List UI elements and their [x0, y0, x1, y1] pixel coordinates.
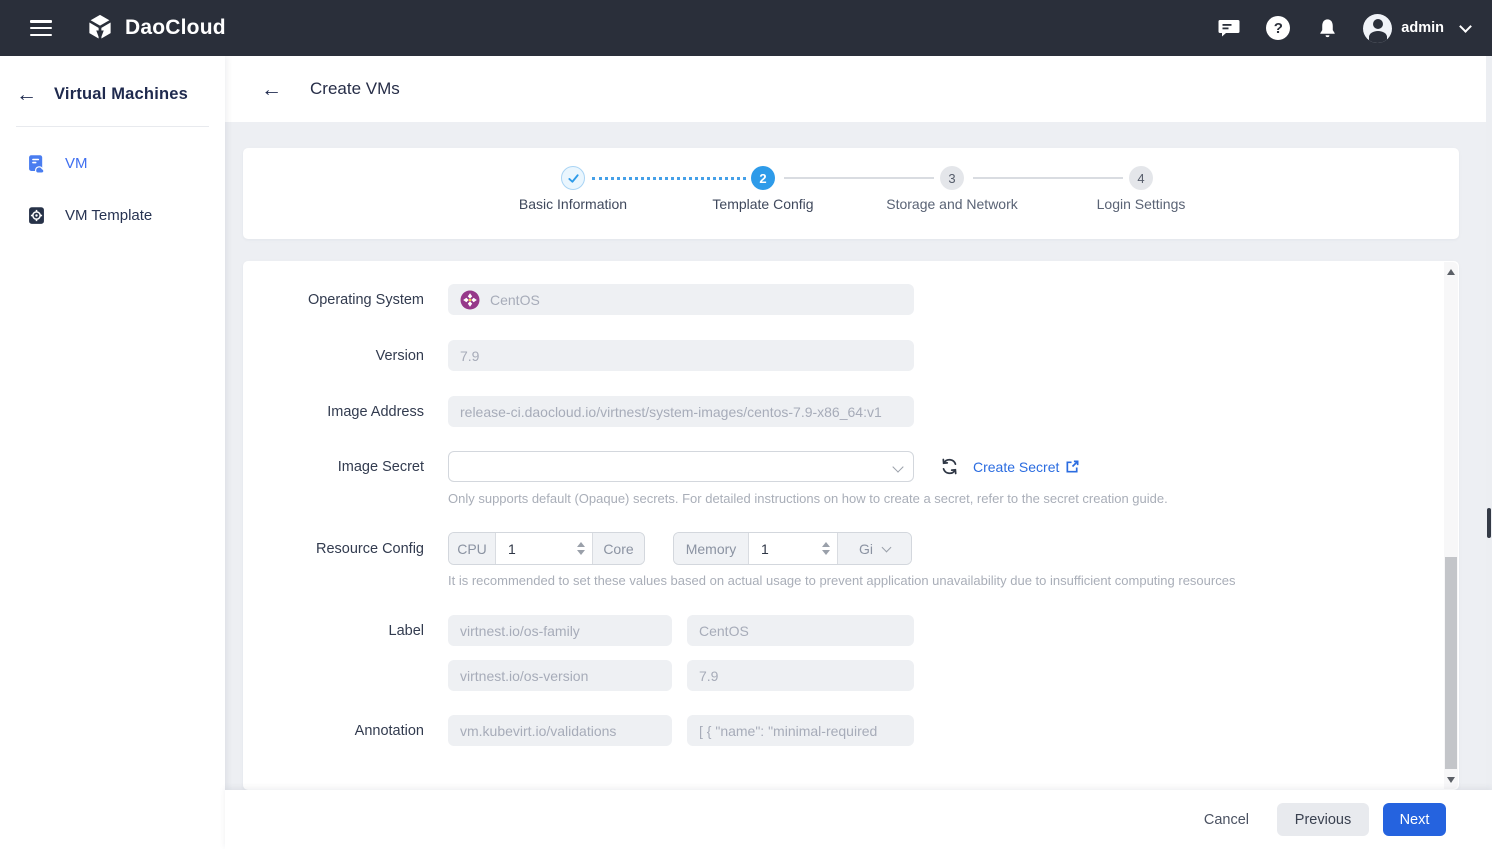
stepper-card: 2 3 4 Basic Information Template Config … — [243, 148, 1459, 239]
resource-config-help-text: It is recommended to set these values ba… — [448, 573, 1235, 588]
image-address-label: Image Address — [243, 404, 424, 420]
image-secret-label: Image Secret — [243, 459, 424, 475]
topbar: DaoCloud ? admin — [0, 0, 1492, 56]
daocloud-cube-icon — [85, 13, 115, 43]
topbar-right: ? admin — [1216, 14, 1470, 43]
user-avatar[interactable] — [1363, 14, 1392, 43]
os-label: Operating System — [243, 292, 424, 308]
stepper-connector-3-4 — [973, 177, 1123, 179]
annotation-key-input: vm.kubevirt.io/validations — [448, 715, 672, 746]
image-secret-help-text: Only supports default (Opaque) secrets. … — [448, 491, 1168, 506]
cpu-suffix: Core — [592, 533, 644, 564]
sidebar-item-vm[interactable]: VM — [0, 137, 225, 189]
user-menu-chevron-down-icon[interactable] — [1459, 20, 1472, 33]
scroll-down-arrow-icon[interactable] — [1444, 772, 1458, 787]
page-back-arrow-icon[interactable]: ← — [261, 79, 282, 100]
label-key-input-2: virtnest.io/os-version — [448, 660, 672, 691]
app-root: DaoCloud ? admin ← Virtual Machines — [0, 0, 1492, 849]
main-content: ← Create VMs 2 3 4 Basic Information Tem… — [225, 56, 1492, 849]
hamburger-menu-icon[interactable] — [30, 20, 52, 36]
sidebar: ← Virtual Machines VM VM Templ — [0, 56, 225, 849]
cpu-group: CPU 1 Core — [448, 532, 645, 565]
select-chevron-down-icon — [892, 461, 903, 472]
vm-template-gear-icon — [26, 205, 47, 226]
step-3-circle[interactable]: 3 — [940, 166, 964, 190]
resource-config-label: Resource Config — [243, 541, 424, 557]
memory-prefix: Memory — [674, 533, 749, 564]
step-2-label: Template Config — [663, 196, 863, 212]
sidebar-item-vm-template-label: VM Template — [65, 207, 152, 224]
annotation-label: Annotation — [243, 723, 424, 739]
sidebar-header: ← Virtual Machines — [0, 56, 225, 105]
create-secret-link[interactable]: Create Secret — [973, 459, 1080, 475]
previous-button[interactable]: Previous — [1277, 803, 1369, 836]
annotation-value-input: [ { "name": "minimal-required — [687, 715, 914, 746]
spin-up-icon — [822, 542, 830, 547]
sidebar-divider — [16, 126, 209, 127]
os-value: CentOS — [490, 292, 540, 308]
page-scrollbar-thumb[interactable] — [1487, 508, 1491, 538]
step-1-circle-check-icon[interactable] — [561, 166, 585, 190]
label-value-input-2: 7.9 — [687, 660, 914, 691]
unit-chevron-down-icon — [882, 542, 892, 552]
label-field-label: Label — [243, 623, 424, 639]
image-secret-select[interactable] — [448, 451, 914, 482]
step-2-circle[interactable]: 2 — [751, 166, 775, 190]
spin-down-icon — [822, 550, 830, 555]
notifications-bell-icon[interactable] — [1314, 15, 1340, 41]
page-header: ← Create VMs — [225, 56, 1492, 122]
page-scrollbar[interactable] — [1486, 56, 1492, 849]
footer-action-bar: Cancel Previous Next — [225, 790, 1492, 849]
refresh-secrets-icon[interactable] — [940, 457, 959, 476]
step-3-label: Storage and Network — [852, 196, 1052, 212]
memory-value-input[interactable]: 1 — [749, 533, 815, 564]
version-label: Version — [243, 348, 424, 364]
image-address-input: release-ci.daocloud.io/virtnest/system-i… — [448, 396, 914, 427]
label-key-input-1: virtnest.io/os-family — [448, 615, 672, 646]
step-4-circle[interactable]: 4 — [1129, 166, 1153, 190]
scroll-up-arrow-icon[interactable] — [1444, 264, 1458, 279]
page-title: Create VMs — [310, 79, 400, 99]
version-input: 7.9 — [448, 340, 914, 371]
step-1-label: Basic Information — [473, 196, 673, 212]
cpu-stepper[interactable] — [570, 533, 592, 564]
spin-up-icon — [577, 542, 585, 547]
os-input: CentOS — [448, 284, 914, 315]
cpu-value-input[interactable]: 1 — [496, 533, 570, 564]
external-link-icon — [1065, 459, 1080, 474]
scrollbar-thumb[interactable] — [1445, 557, 1457, 769]
centos-logo-icon — [460, 290, 480, 310]
cancel-button[interactable]: Cancel — [1194, 803, 1259, 836]
cpu-prefix: CPU — [449, 533, 496, 564]
sidebar-item-vm-label: VM — [65, 155, 88, 172]
brand-name: DaoCloud — [125, 16, 226, 40]
sidebar-item-vm-template[interactable]: VM Template — [0, 189, 225, 241]
step-4-label: Login Settings — [1041, 196, 1241, 212]
sidebar-title: Virtual Machines — [54, 85, 188, 104]
help-icon[interactable]: ? — [1265, 15, 1291, 41]
stepper-connector-2-3 — [784, 177, 934, 179]
spin-down-icon — [577, 550, 585, 555]
memory-stepper[interactable] — [815, 533, 837, 564]
brand-logo: DaoCloud — [85, 13, 226, 43]
user-name: admin — [1401, 20, 1444, 36]
label-value-input-1: CentOS — [687, 615, 914, 646]
vm-document-icon — [26, 153, 47, 174]
message-icon[interactable] — [1216, 15, 1242, 41]
memory-group: Memory 1 Gi — [673, 532, 912, 565]
memory-unit-select[interactable]: Gi — [837, 533, 911, 564]
next-button[interactable]: Next — [1383, 803, 1446, 836]
stepper-connector-1-2 — [592, 177, 746, 180]
form-card: Operating System CentOS — [243, 261, 1459, 790]
sidebar-back-arrow-icon[interactable]: ← — [16, 84, 37, 105]
form-scrollbar[interactable] — [1444, 262, 1458, 789]
